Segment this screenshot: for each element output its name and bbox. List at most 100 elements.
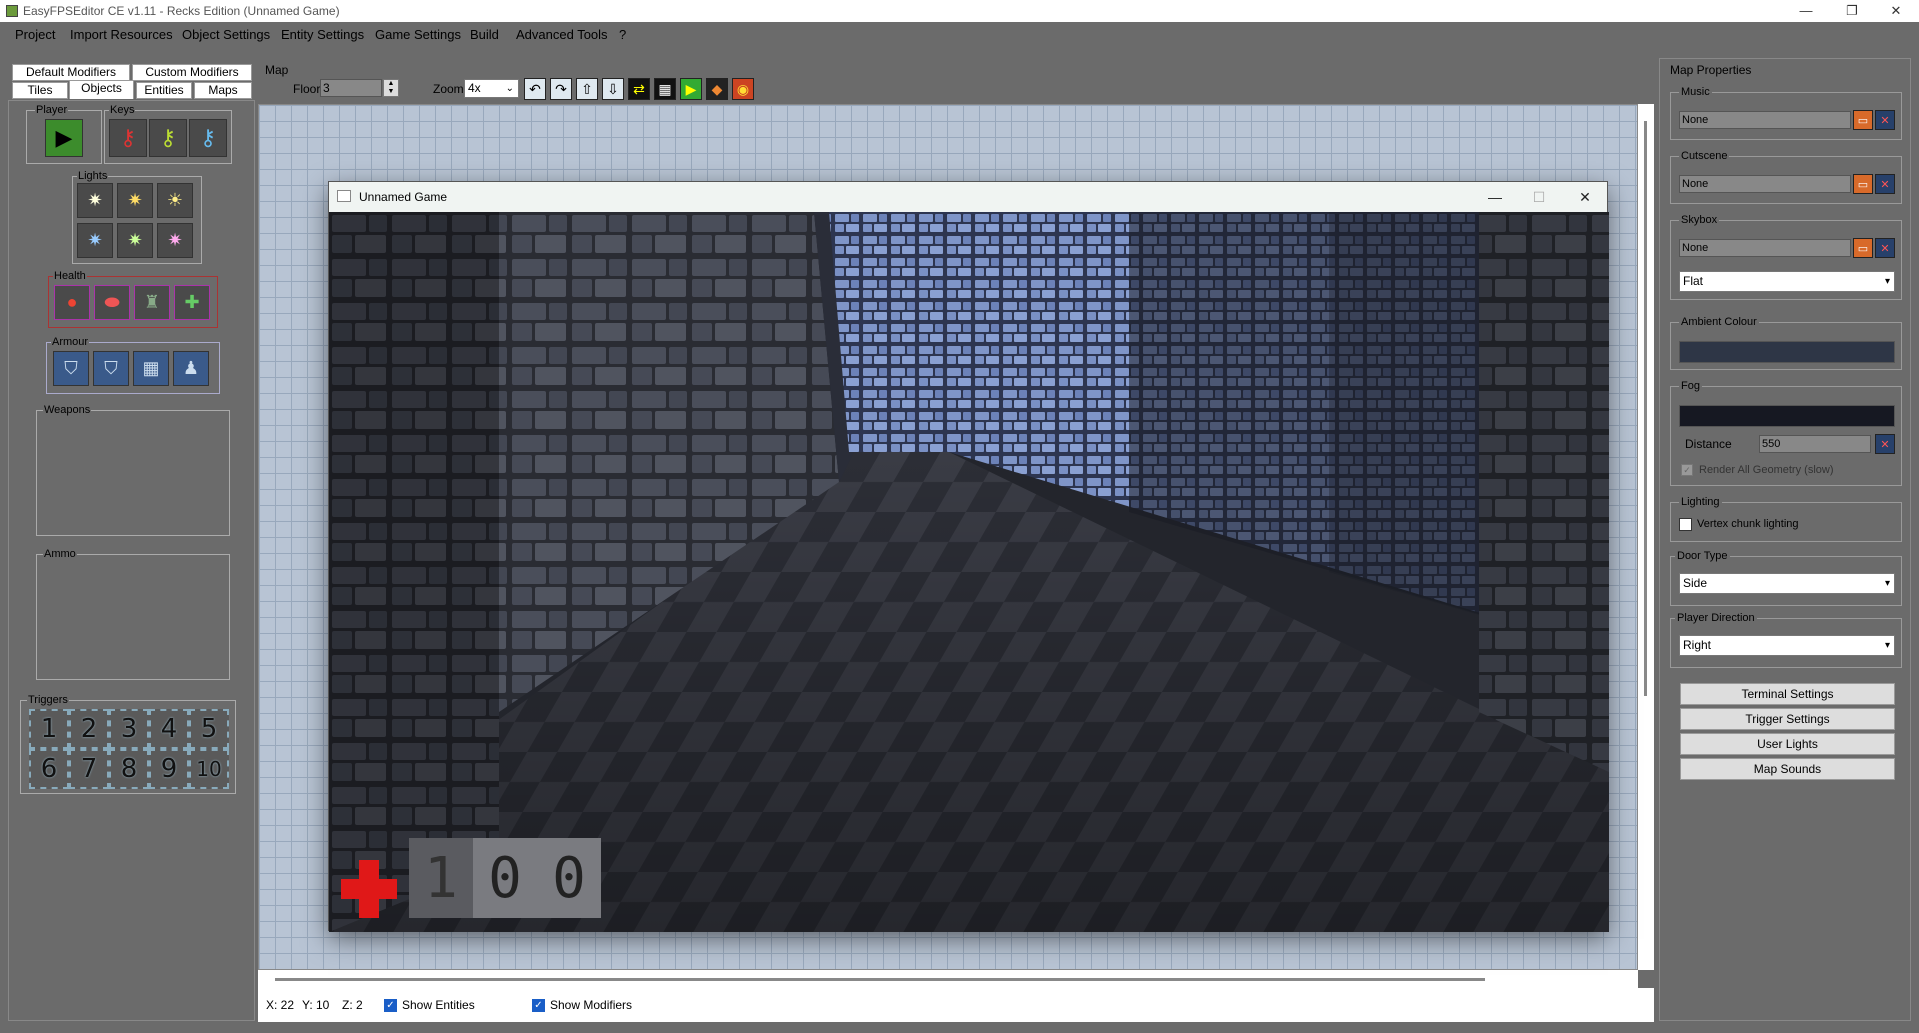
minimize-button[interactable]: —: [1783, 0, 1829, 22]
map-vertical-scrollbar[interactable]: [1638, 104, 1654, 970]
clear-icon[interactable]: ✕: [1875, 110, 1895, 130]
weapons-group: Weapons: [36, 404, 230, 536]
health-digit: 0: [473, 838, 537, 918]
grid-icon[interactable]: ▦: [654, 78, 676, 100]
coord-x: X: 22: [266, 998, 295, 1012]
trigger-7[interactable]: 7: [69, 749, 109, 789]
menu-import-resources[interactable]: Import Resources: [70, 27, 173, 42]
terminal-settings-button[interactable]: Terminal Settings: [1680, 683, 1895, 705]
ambient-colour-swatch[interactable]: [1679, 341, 1895, 363]
game-close-button[interactable]: ✕: [1563, 182, 1607, 212]
floor-spinner[interactable]: ▲ ▼: [383, 79, 399, 97]
scroll-thumb[interactable]: [275, 978, 1485, 981]
fog-colour-swatch[interactable]: [1679, 405, 1895, 427]
keys-label: Keys: [109, 104, 136, 116]
light-blue-icon[interactable]: ✷: [77, 223, 113, 258]
clear-icon[interactable]: ✕: [1875, 174, 1895, 194]
menu-entity-settings[interactable]: Entity Settings: [281, 27, 364, 42]
trigger-5[interactable]: 5: [189, 709, 229, 749]
heavy-armor-icon[interactable]: ♟: [173, 351, 209, 386]
menu-game-settings[interactable]: Game Settings: [375, 27, 461, 42]
close-button[interactable]: ✕: [1873, 0, 1919, 22]
window-title: EasyFPSEditor CE v1.11 - Recks Edition (…: [23, 4, 340, 18]
trigger-4[interactable]: 4: [149, 709, 189, 749]
menu-project[interactable]: Project: [15, 27, 55, 42]
color-wheel-icon[interactable]: ◉: [732, 78, 754, 100]
cutscene-label: Cutscene: [1679, 150, 1730, 162]
play-icon[interactable]: ▶: [680, 78, 702, 100]
small-shield-icon[interactable]: ⛉: [53, 351, 89, 386]
apple-icon[interactable]: ●: [54, 285, 90, 320]
folder-icon[interactable]: ▭: [1853, 174, 1873, 194]
light-pink-icon[interactable]: ✷: [157, 223, 193, 258]
medkit-icon[interactable]: ✚: [174, 285, 210, 320]
trigger-10[interactable]: 10: [189, 749, 229, 789]
health-counter: 1 0 0: [409, 838, 601, 918]
menu-object-settings[interactable]: Object Settings: [182, 27, 270, 42]
folder-icon[interactable]: ▭: [1853, 238, 1873, 258]
scroll-thumb[interactable]: [1644, 121, 1647, 696]
vertex-chunk-label: Vertex chunk lighting: [1697, 518, 1799, 530]
skybox-mode-select[interactable]: Flat ▾: [1679, 271, 1895, 292]
cutscene-field[interactable]: None: [1679, 175, 1851, 193]
trigger-9[interactable]: 9: [149, 749, 189, 789]
skybox-field[interactable]: None: [1679, 239, 1851, 257]
menu-build[interactable]: Build: [470, 27, 499, 42]
game-viewport[interactable]: 1 0 0: [329, 212, 1609, 932]
armor-vest-icon[interactable]: ▦: [133, 351, 169, 386]
trigger-3[interactable]: 3: [109, 709, 149, 749]
clear-icon[interactable]: ✕: [1875, 434, 1895, 454]
distance-input[interactable]: 550: [1759, 435, 1871, 453]
shield-icon[interactable]: ⛉: [93, 351, 129, 386]
tab-entities[interactable]: Entities: [136, 82, 192, 99]
maximize-button[interactable]: ❐: [1829, 0, 1875, 22]
light-bulb-icon[interactable]: ☀: [157, 183, 193, 218]
menu-help[interactable]: ?: [619, 27, 626, 42]
floor-input[interactable]: 3: [320, 79, 382, 97]
vertex-chunk-checkbox[interactable]: [1679, 518, 1692, 531]
trigger-settings-button[interactable]: Trigger Settings: [1680, 708, 1895, 730]
tab-tiles[interactable]: Tiles: [12, 82, 68, 99]
menu-advanced-tools[interactable]: Advanced Tools: [516, 27, 608, 42]
door-type-select[interactable]: Side ▾: [1679, 573, 1895, 594]
show-modifiers-checkbox[interactable]: ✓: [532, 999, 545, 1012]
show-entities-checkbox[interactable]: ✓: [384, 999, 397, 1012]
yellow-key-icon[interactable]: ⚷: [149, 119, 187, 157]
game-minimize-button[interactable]: —: [1473, 182, 1517, 212]
tab-custom-modifiers[interactable]: Custom Modifiers: [132, 64, 252, 81]
rotate-left-icon[interactable]: ↶: [524, 78, 546, 100]
user-lights-button[interactable]: User Lights: [1680, 733, 1895, 755]
trigger-2[interactable]: 2: [69, 709, 109, 749]
light-green-icon[interactable]: ✷: [117, 223, 153, 258]
red-key-icon[interactable]: ⚷: [109, 119, 147, 157]
render-all-checkbox[interactable]: ✓: [1681, 464, 1693, 476]
player-start-icon[interactable]: ▶: [45, 119, 83, 157]
palette-icon[interactable]: ◆: [706, 78, 728, 100]
rotate-right-icon[interactable]: ↷: [550, 78, 572, 100]
player-group: Player ▶: [26, 104, 102, 164]
zoom-select[interactable]: 4x ⌄: [464, 79, 519, 98]
map-horizontal-scrollbar[interactable]: [258, 970, 1638, 988]
trigger-1[interactable]: 1: [29, 709, 69, 749]
triggers-group: Triggers 1 2 3 4 5 6 7 8 9 10: [20, 694, 236, 794]
move-up-icon[interactable]: ⇧: [576, 78, 598, 100]
player-direction-select[interactable]: Right ▾: [1679, 635, 1895, 656]
light-yellow-icon[interactable]: ✷: [117, 183, 153, 218]
trigger-6[interactable]: 6: [29, 749, 69, 789]
music-field[interactable]: None: [1679, 111, 1851, 129]
tab-maps[interactable]: Maps: [194, 82, 252, 99]
map-sounds-button[interactable]: Map Sounds: [1680, 758, 1895, 780]
game-maximize-button[interactable]: ☐: [1517, 182, 1561, 212]
clear-icon[interactable]: ✕: [1875, 238, 1895, 258]
blue-key-icon[interactable]: ⚷: [189, 119, 227, 157]
move-down-icon[interactable]: ⇩: [602, 78, 624, 100]
trigger-8[interactable]: 8: [109, 749, 149, 789]
light-white-icon[interactable]: ✷: [77, 183, 113, 218]
swap-icon[interactable]: ⇄: [628, 78, 650, 100]
potion-icon[interactable]: ♜: [134, 285, 170, 320]
tab-default-modifiers[interactable]: Default Modifiers: [12, 64, 130, 81]
tab-objects[interactable]: Objects: [69, 80, 134, 99]
folder-icon[interactable]: ▭: [1853, 110, 1873, 130]
pill-icon[interactable]: ⬬: [94, 285, 130, 320]
lighting-label: Lighting: [1679, 496, 1722, 508]
